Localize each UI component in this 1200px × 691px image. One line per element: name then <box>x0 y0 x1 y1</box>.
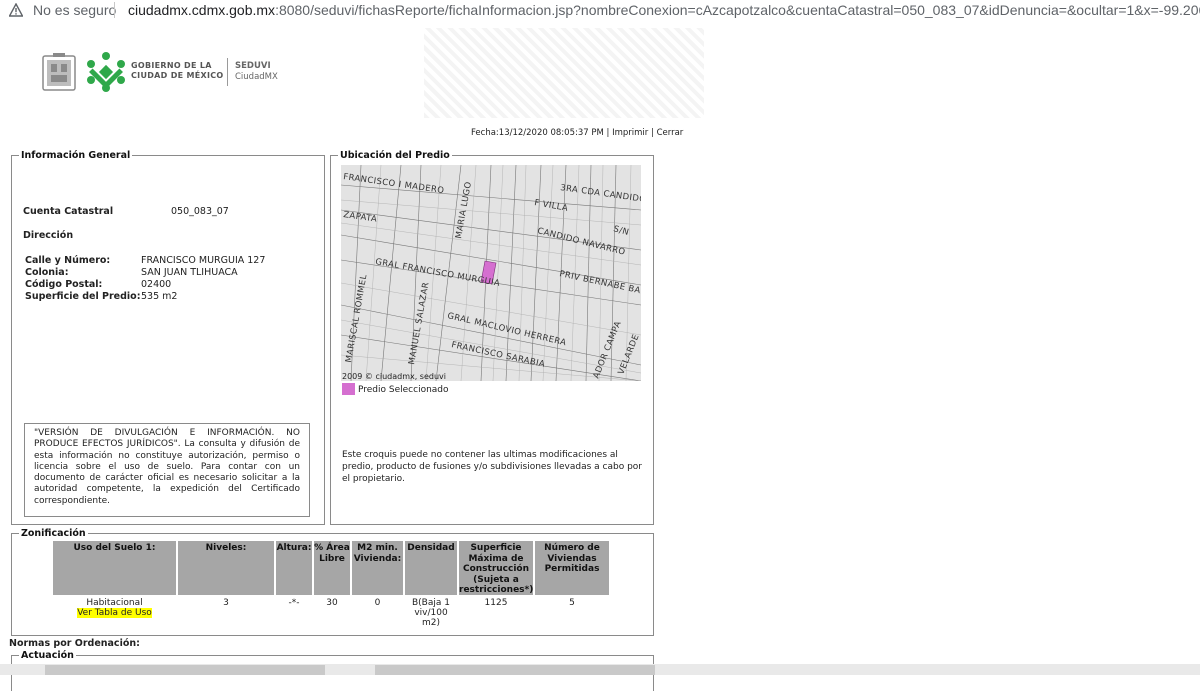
codigo-postal-value: 02400 <box>141 279 172 290</box>
superficie-value: 535 m2 <box>141 291 178 302</box>
cell-altura: -*- <box>288 598 300 608</box>
report-date-actions: Fecha:13/12/2020 08:05:37 PM | Imprimir … <box>471 128 683 139</box>
ver-tabla-uso-link[interactable]: Ver Tabla de Uso <box>77 608 152 618</box>
header-altura: Altura: <box>276 541 312 595</box>
bottom-strip-segment <box>375 665 655 675</box>
colonia-label: Colonia: <box>25 267 69 278</box>
normas-title: Normas por Ordenación: <box>9 638 140 649</box>
actions-separator: | <box>606 128 610 138</box>
cell-densidad: B(Baja 1 viv/100 m2) <box>412 598 450 628</box>
ciudadmx-label: CiudadMX <box>235 72 278 82</box>
warning-triangle-icon <box>9 3 23 17</box>
url-text[interactable]: ciudadmx.cdmx.gob.mx:8080/seduvi/fichasR… <box>128 0 1200 20</box>
cell-area-libre: 30 <box>326 598 338 608</box>
ubicacion-legend: Ubicación del Predio <box>340 150 450 161</box>
bottom-strip-segment <box>45 665 325 675</box>
map-copyright: 2009 © ciudadmx, seduvi <box>342 372 447 381</box>
cuenta-catastral-label: Cuenta Catastral <box>23 206 114 217</box>
cell-uso-suelo: Habitacional Ver Tabla de Uso <box>53 598 176 618</box>
cell-num-viviendas: 5 <box>569 598 575 608</box>
header-densidad: Densidad <box>405 541 457 595</box>
print-link[interactable]: Imprimir <box>612 128 648 138</box>
seduvi-label: SEDUVI <box>235 61 271 71</box>
close-link[interactable]: Cerrar <box>657 128 684 138</box>
bottom-strip <box>0 664 1200 675</box>
actuacion-legend: Actuación <box>21 650 74 661</box>
security-status-label[interactable]: No es seguro <box>33 0 116 20</box>
info-general-legend: Información General <box>21 150 131 161</box>
url-host: ciudadmx.cdmx.gob.mx <box>128 2 276 18</box>
calle-value: FRANCISCO MURGUIA 127 <box>141 255 266 266</box>
cuenta-catastral-value: 050_083_07 <box>171 206 229 217</box>
header-superficie-max: Superficie Máxima de Construcción (Sujet… <box>459 541 534 595</box>
gov-line2: CIUDAD DE MÉXICO <box>131 71 224 80</box>
direccion-label: Dirección <box>23 230 74 241</box>
location-map[interactable]: FRANCISCO I MADERO ZAPATA MARIA LUGO F V… <box>341 165 641 381</box>
gov-line1: GOBIERNO DE LA <box>131 61 212 70</box>
mexico-coat-of-arms-icon <box>42 53 76 91</box>
actions-separator: | <box>651 128 654 138</box>
government-title: GOBIERNO DE LA CIUDAD DE MÉXICO <box>131 61 224 81</box>
colonia-value: SAN JUAN TLIHUACA <box>141 267 238 278</box>
address-divider <box>114 2 115 18</box>
header-niveles: Niveles: <box>178 541 274 595</box>
report-date: Fecha:13/12/2020 08:05:37 PM <box>471 128 604 138</box>
cell-m2-min: 0 <box>374 598 381 608</box>
predio-legend-label: Predio Seleccionado <box>358 385 449 395</box>
uso-value: Habitacional <box>86 598 143 608</box>
header-uso-suelo: Uso del Suelo 1: <box>53 541 176 595</box>
header-pattern-banner <box>424 28 704 118</box>
map-note: Este croquis puede no contener las ultim… <box>342 450 643 484</box>
calle-label: Calle y Número: <box>25 255 111 266</box>
header-num-viviendas: Número de Viviendas Permitidas <box>535 541 609 595</box>
codigo-postal-label: Código Postal: <box>25 279 103 290</box>
url-path: :8080/seduvi/fichasReporte/fichaInformac… <box>275 2 1200 18</box>
logo-divider <box>227 58 228 86</box>
predio-legend-swatch <box>342 383 355 395</box>
cell-superficie-max: 1125 <box>484 598 508 608</box>
cell-niveles: 3 <box>223 598 229 608</box>
disclaimer-box: "VERSIÓN DE DIVULGACIÓN E INFORMACIÓN. N… <box>24 423 310 517</box>
superficie-label: Superficie del Predio: <box>25 291 141 302</box>
browser-address-bar[interactable]: No es seguro ciudadmx.cdmx.gob.mx:8080/s… <box>0 0 1200 20</box>
seduvi-title: SEDUVI CiudadMX <box>235 61 278 83</box>
cdmx-logo-icon <box>87 52 125 92</box>
zonificacion-legend: Zonificación <box>21 528 86 539</box>
header-m2-min: M2 min. Vivienda: <box>352 541 403 595</box>
header-area-libre: % Área Libre <box>314 541 350 595</box>
